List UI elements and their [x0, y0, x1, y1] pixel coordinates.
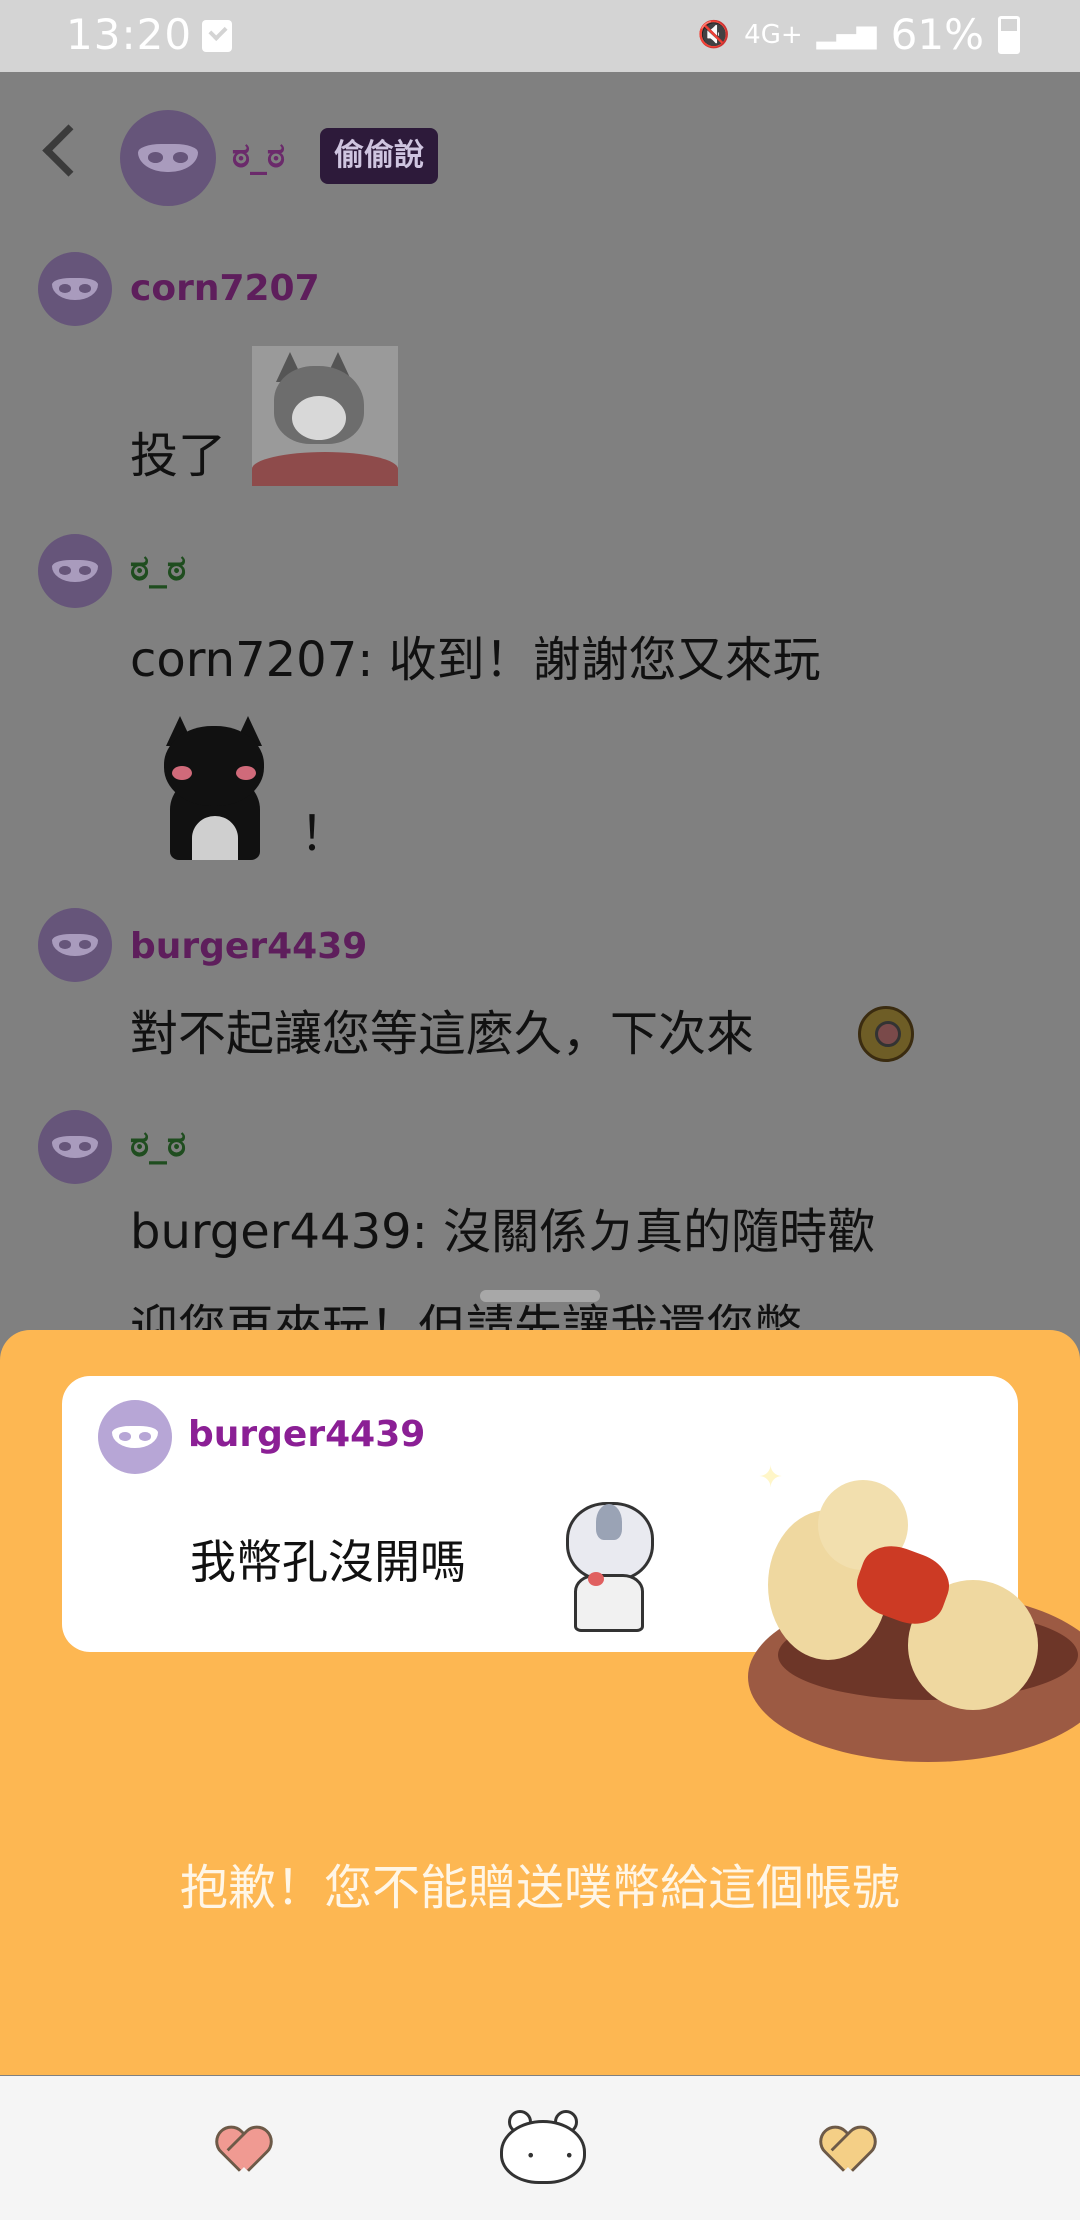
- bear-icon[interactable]: • •: [500, 2106, 586, 2186]
- avatar[interactable]: [38, 908, 112, 982]
- battery-icon: [998, 15, 1020, 54]
- mask-icon: [112, 1425, 158, 1449]
- message-text: corn7207: 收到！謝謝您又來玩: [130, 632, 821, 688]
- avatar[interactable]: [120, 110, 216, 206]
- mask-icon: [52, 1135, 98, 1159]
- signal-icon: ▂▄▆: [816, 19, 877, 50]
- husky-sticker: [252, 346, 398, 486]
- chat-owner-name[interactable]: ಠ_ಠ: [232, 136, 285, 176]
- battery-level: 61%: [890, 10, 984, 59]
- avatar[interactable]: [38, 534, 112, 608]
- mask-icon: [52, 559, 98, 583]
- message-text-continued: ！: [300, 806, 349, 862]
- husky-puppy-sticker: [530, 1494, 670, 1634]
- message-text: 對不起讓您等這麼久，下次來: [130, 1006, 755, 1062]
- message-author[interactable]: ಠ_ಠ: [130, 548, 186, 590]
- heart-icon: [217, 2129, 265, 2173]
- notification-check-icon: [202, 20, 232, 52]
- dizzy-face-emoji: [858, 1006, 914, 1062]
- like-button[interactable]: [206, 2116, 276, 2186]
- message-text: 投了: [130, 428, 227, 484]
- private-badge: 偷偷說: [320, 128, 438, 184]
- network-type: 4G+: [744, 19, 803, 50]
- card-text: 我幣孔沒開嗎: [190, 1535, 466, 1589]
- mute-icon: 🔇: [697, 19, 731, 50]
- black-cat-sticker: [150, 716, 280, 860]
- avatar: [98, 1400, 172, 1474]
- status-bar: 13:20 🔇 4G+ ▂▄▆ 61%: [0, 0, 1080, 72]
- avatar[interactable]: [38, 1110, 112, 1184]
- error-message: 抱歉！您不能贈送噗幣給這個帳號: [179, 1860, 900, 1916]
- mask-icon: [52, 933, 98, 957]
- back-icon[interactable]: [40, 122, 80, 182]
- message-text: burger4439: 沒關係ㄉ真的隨時歡: [130, 1204, 876, 1260]
- chat-header: ಠ_ಠ 偷偷說: [0, 72, 1080, 242]
- gift-coin-sheet: burger4439 我幣孔沒開嗎 ✦ 抱歉！您不能贈送噗幣給這個帳號: [0, 1330, 1080, 2075]
- mask-icon: [52, 277, 98, 301]
- heart-icon: [821, 2129, 869, 2173]
- status-icons: 🔇 4G+ ▂▄▆ 61%: [698, 10, 1020, 59]
- message-author[interactable]: burger4439: [130, 926, 367, 967]
- card-author: burger4439: [188, 1414, 426, 1455]
- sheet-drag-handle[interactable]: [480, 1290, 600, 1302]
- message-author[interactable]: corn7207: [130, 268, 320, 309]
- favorite-button[interactable]: [810, 2116, 880, 2186]
- message-author[interactable]: ಠ_ಠ: [130, 1124, 186, 1166]
- bottom-toolbar: • •: [0, 2076, 1080, 2220]
- mask-icon: [138, 143, 198, 173]
- bone-gift-illustration: ✦: [748, 1460, 1080, 1770]
- avatar[interactable]: [38, 252, 112, 326]
- status-time: 13:20: [66, 10, 193, 59]
